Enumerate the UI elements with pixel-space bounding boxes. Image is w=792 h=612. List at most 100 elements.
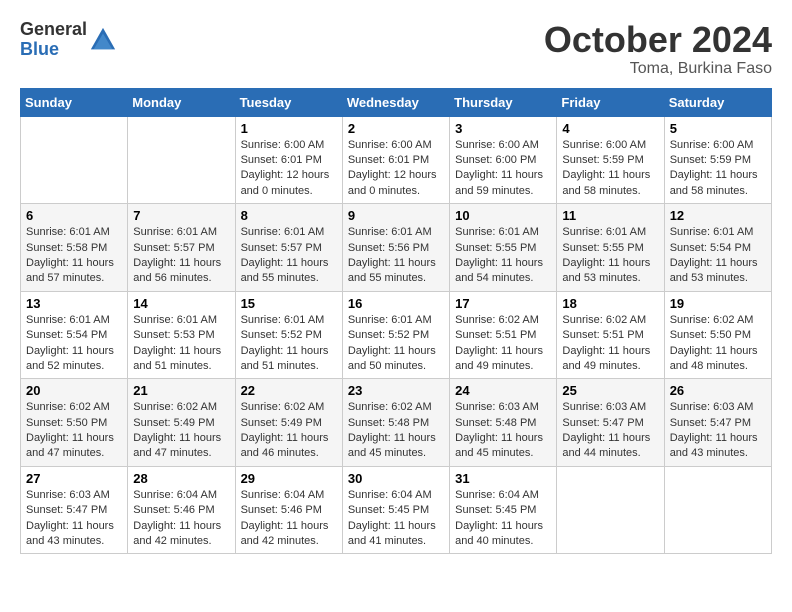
calendar-header-sunday: Sunday bbox=[21, 88, 128, 116]
cell-info: Sunrise: 6:01 AMSunset: 5:54 PMDaylight:… bbox=[670, 225, 766, 287]
day-number: 22 bbox=[241, 383, 337, 398]
day-number: 7 bbox=[133, 208, 229, 223]
cell-info: Sunrise: 6:01 AMSunset: 5:56 PMDaylight:… bbox=[348, 225, 444, 287]
calendar-header-thursday: Thursday bbox=[450, 88, 557, 116]
calendar-cell: 9 Sunrise: 6:01 AMSunset: 5:56 PMDaylight… bbox=[342, 204, 449, 292]
cell-info: Sunrise: 6:02 AMSunset: 5:51 PMDaylight:… bbox=[455, 313, 551, 375]
calendar-header-wednesday: Wednesday bbox=[342, 88, 449, 116]
title-block: October 2024 Toma, Burkina Faso bbox=[544, 20, 772, 78]
day-number: 9 bbox=[348, 208, 444, 223]
calendar-header: SundayMondayTuesdayWednesdayThursdayFrid… bbox=[21, 88, 772, 116]
cell-info: Sunrise: 6:01 AMSunset: 5:57 PMDaylight:… bbox=[241, 225, 337, 287]
calendar-header-friday: Friday bbox=[557, 88, 664, 116]
day-number: 5 bbox=[670, 121, 766, 136]
calendar-cell: 5 Sunrise: 6:00 AMSunset: 5:59 PMDaylight… bbox=[664, 116, 771, 204]
calendar-cell bbox=[557, 466, 664, 554]
cell-info: Sunrise: 6:03 AMSunset: 5:47 PMDaylight:… bbox=[670, 400, 766, 462]
day-number: 21 bbox=[133, 383, 229, 398]
cell-info: Sunrise: 6:01 AMSunset: 5:53 PMDaylight:… bbox=[133, 313, 229, 375]
cell-info: Sunrise: 6:02 AMSunset: 5:49 PMDaylight:… bbox=[241, 400, 337, 462]
calendar-header-saturday: Saturday bbox=[664, 88, 771, 116]
cell-info: Sunrise: 6:02 AMSunset: 5:49 PMDaylight:… bbox=[133, 400, 229, 462]
cell-info: Sunrise: 6:04 AMSunset: 5:45 PMDaylight:… bbox=[455, 488, 551, 550]
calendar-cell: 12 Sunrise: 6:01 AMSunset: 5:54 PMDayligh… bbox=[664, 204, 771, 292]
calendar-week-1: 1 Sunrise: 6:00 AMSunset: 6:01 PMDaylight… bbox=[21, 116, 772, 204]
day-number: 24 bbox=[455, 383, 551, 398]
calendar-cell: 18 Sunrise: 6:02 AMSunset: 5:51 PMDayligh… bbox=[557, 291, 664, 379]
cell-info: Sunrise: 6:00 AMSunset: 5:59 PMDaylight:… bbox=[670, 138, 766, 200]
day-number: 31 bbox=[455, 471, 551, 486]
cell-info: Sunrise: 6:01 AMSunset: 5:55 PMDaylight:… bbox=[562, 225, 658, 287]
day-number: 17 bbox=[455, 296, 551, 311]
calendar-cell bbox=[21, 116, 128, 204]
cell-info: Sunrise: 6:03 AMSunset: 5:47 PMDaylight:… bbox=[26, 488, 122, 550]
calendar-cell: 7 Sunrise: 6:01 AMSunset: 5:57 PMDaylight… bbox=[128, 204, 235, 292]
cell-info: Sunrise: 6:00 AMSunset: 6:00 PMDaylight:… bbox=[455, 138, 551, 200]
calendar-cell: 14 Sunrise: 6:01 AMSunset: 5:53 PMDayligh… bbox=[128, 291, 235, 379]
day-number: 18 bbox=[562, 296, 658, 311]
logo-icon bbox=[89, 26, 117, 54]
cell-info: Sunrise: 6:03 AMSunset: 5:48 PMDaylight:… bbox=[455, 400, 551, 462]
calendar-table: SundayMondayTuesdayWednesdayThursdayFrid… bbox=[20, 88, 772, 555]
calendar-cell: 20Sunrise: 6:02 AMSunset: 5:50 PMDayligh… bbox=[21, 379, 128, 467]
main-title: October 2024 bbox=[544, 20, 772, 60]
calendar-cell: 15Sunrise: 6:01 AMSunset: 5:52 PMDayligh… bbox=[235, 291, 342, 379]
day-number: 23 bbox=[348, 383, 444, 398]
day-number: 14 bbox=[133, 296, 229, 311]
calendar-cell bbox=[664, 466, 771, 554]
cell-info: Sunrise: 6:04 AMSunset: 5:45 PMDaylight:… bbox=[348, 488, 444, 550]
day-number: 29 bbox=[241, 471, 337, 486]
day-number: 28 bbox=[133, 471, 229, 486]
calendar-cell: 16 Sunrise: 6:01 AMSunset: 5:52 PMDayligh… bbox=[342, 291, 449, 379]
cell-info: Sunrise: 6:00 AMSunset: 6:01 PMDaylight:… bbox=[348, 138, 444, 200]
cell-info: Sunrise: 6:01 AMSunset: 5:57 PMDaylight:… bbox=[133, 225, 229, 287]
calendar-week-3: 13Sunrise: 6:01 AMSunset: 5:54 PMDayligh… bbox=[21, 291, 772, 379]
cell-info: Sunrise: 6:01 AMSunset: 5:54 PMDaylight:… bbox=[26, 313, 122, 375]
cell-info: Sunrise: 6:04 AMSunset: 5:46 PMDaylight:… bbox=[241, 488, 337, 550]
day-number: 3 bbox=[455, 121, 551, 136]
calendar-week-5: 27Sunrise: 6:03 AMSunset: 5:47 PMDayligh… bbox=[21, 466, 772, 554]
day-number: 15 bbox=[241, 296, 337, 311]
logo-general: General bbox=[20, 20, 87, 40]
calendar-cell: 26 Sunrise: 6:03 AMSunset: 5:47 PMDayligh… bbox=[664, 379, 771, 467]
day-number: 26 bbox=[670, 383, 766, 398]
logo-blue: Blue bbox=[20, 40, 87, 60]
day-number: 10 bbox=[455, 208, 551, 223]
day-number: 11 bbox=[562, 208, 658, 223]
calendar-cell: 21 Sunrise: 6:02 AMSunset: 5:49 PMDayligh… bbox=[128, 379, 235, 467]
calendar-cell: 28 Sunrise: 6:04 AMSunset: 5:46 PMDayligh… bbox=[128, 466, 235, 554]
day-number: 12 bbox=[670, 208, 766, 223]
cell-info: Sunrise: 6:01 AMSunset: 5:52 PMDaylight:… bbox=[348, 313, 444, 375]
calendar-week-4: 20Sunrise: 6:02 AMSunset: 5:50 PMDayligh… bbox=[21, 379, 772, 467]
day-number: 30 bbox=[348, 471, 444, 486]
cell-info: Sunrise: 6:02 AMSunset: 5:50 PMDaylight:… bbox=[26, 400, 122, 462]
calendar-cell: 8Sunrise: 6:01 AMSunset: 5:57 PMDaylight… bbox=[235, 204, 342, 292]
cell-info: Sunrise: 6:02 AMSunset: 5:48 PMDaylight:… bbox=[348, 400, 444, 462]
logo: General Blue bbox=[20, 20, 117, 60]
day-number: 25 bbox=[562, 383, 658, 398]
day-number: 6 bbox=[26, 208, 122, 223]
calendar-cell: 6 Sunrise: 6:01 AMSunset: 5:58 PMDaylight… bbox=[21, 204, 128, 292]
day-number: 16 bbox=[348, 296, 444, 311]
cell-info: Sunrise: 6:00 AMSunset: 6:01 PMDaylight:… bbox=[241, 138, 337, 200]
cell-info: Sunrise: 6:02 AMSunset: 5:51 PMDaylight:… bbox=[562, 313, 658, 375]
calendar-header-monday: Monday bbox=[128, 88, 235, 116]
calendar-header-tuesday: Tuesday bbox=[235, 88, 342, 116]
day-number: 4 bbox=[562, 121, 658, 136]
cell-info: Sunrise: 6:01 AMSunset: 5:55 PMDaylight:… bbox=[455, 225, 551, 287]
calendar-cell: 19Sunrise: 6:02 AMSunset: 5:50 PMDayligh… bbox=[664, 291, 771, 379]
calendar-cell: 31 Sunrise: 6:04 AMSunset: 5:45 PMDayligh… bbox=[450, 466, 557, 554]
cell-info: Sunrise: 6:04 AMSunset: 5:46 PMDaylight:… bbox=[133, 488, 229, 550]
cell-info: Sunrise: 6:03 AMSunset: 5:47 PMDaylight:… bbox=[562, 400, 658, 462]
day-number: 1 bbox=[241, 121, 337, 136]
subtitle: Toma, Burkina Faso bbox=[544, 60, 772, 78]
calendar-cell: 22 Sunrise: 6:02 AMSunset: 5:49 PMDayligh… bbox=[235, 379, 342, 467]
calendar-cell: 27Sunrise: 6:03 AMSunset: 5:47 PMDayligh… bbox=[21, 466, 128, 554]
calendar-cell: 23 Sunrise: 6:02 AMSunset: 5:48 PMDayligh… bbox=[342, 379, 449, 467]
cell-info: Sunrise: 6:00 AMSunset: 5:59 PMDaylight:… bbox=[562, 138, 658, 200]
calendar-cell: 10 Sunrise: 6:01 AMSunset: 5:55 PMDayligh… bbox=[450, 204, 557, 292]
calendar-cell: 25 Sunrise: 6:03 AMSunset: 5:47 PMDayligh… bbox=[557, 379, 664, 467]
cell-info: Sunrise: 6:01 AMSunset: 5:58 PMDaylight:… bbox=[26, 225, 122, 287]
calendar-cell: 11 Sunrise: 6:01 AMSunset: 5:55 PMDayligh… bbox=[557, 204, 664, 292]
page-header: General Blue October 2024 Toma, Burkina … bbox=[20, 20, 772, 78]
